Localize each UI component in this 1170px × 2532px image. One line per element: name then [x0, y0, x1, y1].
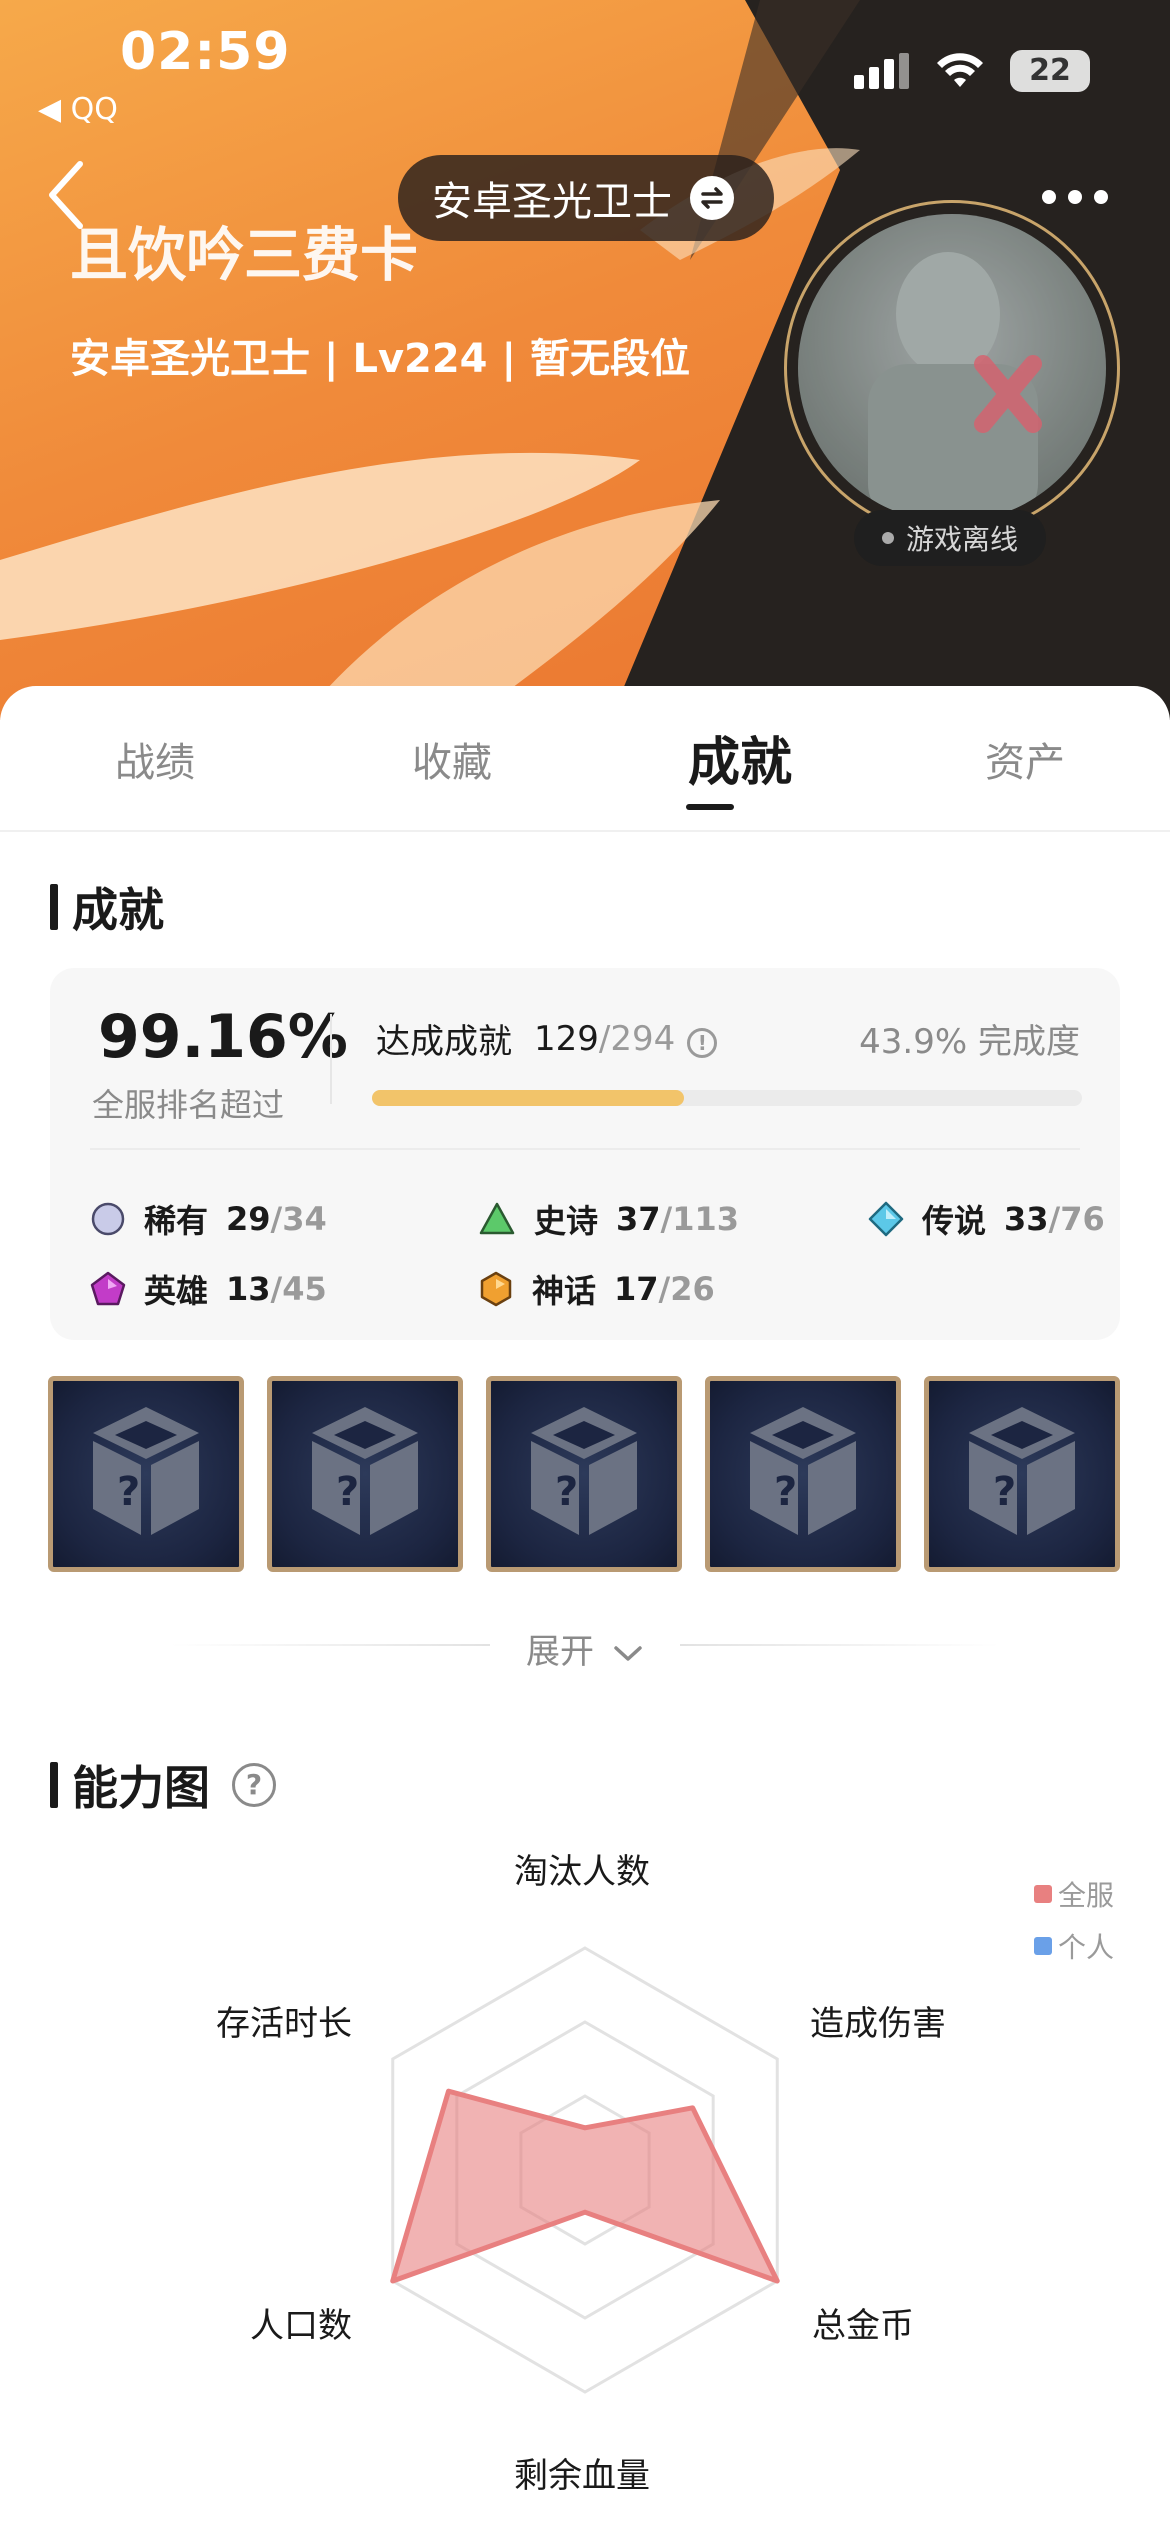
rarity-legendary: 传说 33/76 [868, 1196, 1105, 1242]
ability-radar-chart [390, 1946, 780, 2394]
chevron-down-icon [614, 1645, 642, 1661]
online-status-badge: 游戏离线 [854, 510, 1047, 566]
back-to-qq-link[interactable]: ◀ QQ [38, 92, 118, 127]
achievement-summary-card: 99.16% 全服排名超过 达成成就 129/294! 43.9% 完成度 稀有… [50, 968, 1120, 1340]
more-options-icon[interactable] [1042, 190, 1108, 204]
player-subline: 安卓圣光卫士 | Lv224 | 暂无段位 [70, 336, 690, 382]
tab-bar: 战绩 收藏 成就 资产 [0, 720, 1170, 830]
rare-circle-icon [91, 1202, 125, 1236]
svg-text:?: ? [774, 1469, 797, 1515]
rarity-name: 传说 [922, 1202, 987, 1240]
completion-progress-fill [372, 1090, 684, 1106]
achievement-tile[interactable]: ? [924, 1376, 1120, 1572]
axis-label-eliminations: 淘汰人数 [514, 1852, 650, 1892]
axis-label-health: 剩余血量 [514, 2456, 650, 2496]
axis-label-survival: 存活时长 [216, 2004, 352, 2044]
active-tab-indicator [686, 804, 734, 810]
expand-label: 展开 [526, 1632, 594, 1672]
completion-text: 43.9% 完成度 [859, 1022, 1080, 1062]
mythic-hexagon-icon [480, 1271, 512, 1307]
hero-pentagon-icon [90, 1271, 126, 1306]
ability-section-title: 能力图 ? [50, 1752, 276, 1818]
swap-icon [690, 176, 734, 220]
rarity-name: 神话 [532, 1272, 597, 1310]
svg-text:?: ? [117, 1469, 140, 1515]
rarity-count: 37 [616, 1200, 661, 1238]
cellular-signal-icon [854, 53, 909, 89]
tab-record[interactable]: 战绩 [115, 730, 195, 788]
expand-row[interactable]: 展开 [0, 1620, 1170, 1672]
axis-label-gold: 总金币 [812, 2306, 914, 2346]
radar-series-area [390, 2088, 780, 2284]
reached-row: 达成成就 129/294! [376, 1014, 718, 1063]
rarity-total: /26 [658, 1270, 715, 1308]
section-marker [50, 884, 58, 930]
rarity-total: /34 [270, 1200, 327, 1238]
avatar-image [798, 214, 1106, 522]
rarity-count: 17 [614, 1270, 659, 1308]
section-marker [50, 1762, 58, 1808]
achievement-tile[interactable]: ? [705, 1376, 901, 1572]
tabs-divider [0, 830, 1170, 832]
achievement-tile[interactable]: ? [48, 1376, 244, 1572]
mystery-box-icon: ? [93, 1407, 199, 1535]
game-switch-label: 安卓圣光卫士 [432, 179, 672, 225]
player-name: 且饮吟三费卡 [70, 221, 419, 289]
rarity-hero: 英雄 13/45 [90, 1266, 327, 1312]
horizontal-divider [90, 1148, 1080, 1150]
completion-progress-bar [372, 1090, 1082, 1106]
mystery-box-icon: ? [312, 1407, 418, 1535]
info-icon[interactable]: ! [687, 1027, 718, 1058]
axis-label-population: 人口数 [250, 2306, 352, 2346]
status-dot [882, 532, 894, 544]
achievement-tile[interactable]: ? [486, 1376, 682, 1572]
rank-percent: 99.16% [98, 1002, 348, 1072]
ability-title-text: 能力图 [72, 1761, 210, 1815]
tab-assets[interactable]: 资产 [985, 730, 1065, 788]
profile-header: 02:59 ◀ QQ 22 且饮吟三费卡 安卓圣光卫士 安卓圣光卫士 | Lv2… [0, 0, 1170, 720]
expand-button[interactable]: 展开 [526, 1624, 645, 1673]
rarity-total: /45 [270, 1270, 327, 1308]
mystery-box-icon: ? [969, 1407, 1075, 1535]
mystery-box-icon: ? [531, 1407, 637, 1535]
rarity-count: 13 [226, 1270, 271, 1308]
mystery-box-icon: ? [750, 1407, 856, 1535]
achievements-title-text: 成就 [72, 883, 164, 937]
epic-triangle-icon [479, 1202, 515, 1235]
status-time: 02:59 [120, 22, 291, 82]
reached-count: 129 [534, 1018, 599, 1059]
tab-achievements[interactable]: 成就 [688, 720, 792, 795]
reached-label: 达成成就 [376, 1022, 512, 1062]
rarity-rare: 稀有 29/34 [90, 1196, 327, 1242]
svg-text:?: ? [993, 1469, 1016, 1515]
rarity-count: 29 [226, 1200, 271, 1238]
status-icons: 22 [854, 50, 1090, 92]
rarity-total: /76 [1048, 1200, 1105, 1238]
legendary-diamond-icon [868, 1201, 904, 1237]
rarity-epic: 史诗 37/113 [478, 1196, 739, 1242]
tab-collection[interactable]: 收藏 [412, 730, 492, 788]
rarity-name: 英雄 [144, 1272, 209, 1310]
rarity-count: 33 [1004, 1200, 1049, 1238]
wifi-icon [937, 53, 983, 87]
rarity-name: 史诗 [534, 1202, 599, 1240]
expand-line-right [680, 1644, 1000, 1646]
svg-text:?: ? [555, 1469, 578, 1515]
game-switch-button[interactable]: 安卓圣光卫士 [398, 155, 774, 241]
reached-total: /294 [598, 1018, 676, 1059]
rank-label: 全服排名超过 [92, 1086, 285, 1124]
avatar[interactable] [798, 214, 1106, 522]
achievement-tile[interactable]: ? [267, 1376, 463, 1572]
rarity-name: 稀有 [144, 1202, 209, 1240]
rarity-total: /113 [660, 1200, 740, 1238]
svg-text:?: ? [336, 1469, 359, 1515]
achievements-section-title: 成就 [50, 874, 164, 940]
help-icon[interactable]: ? [232, 1763, 276, 1807]
vertical-divider [330, 1014, 332, 1104]
battery-indicator: 22 [1010, 50, 1090, 92]
rarity-mythic: 神话 17/26 [478, 1266, 715, 1312]
expand-line-left [170, 1644, 490, 1646]
axis-label-damage: 造成伤害 [810, 2004, 946, 2044]
online-status-label: 游戏离线 [906, 523, 1019, 556]
